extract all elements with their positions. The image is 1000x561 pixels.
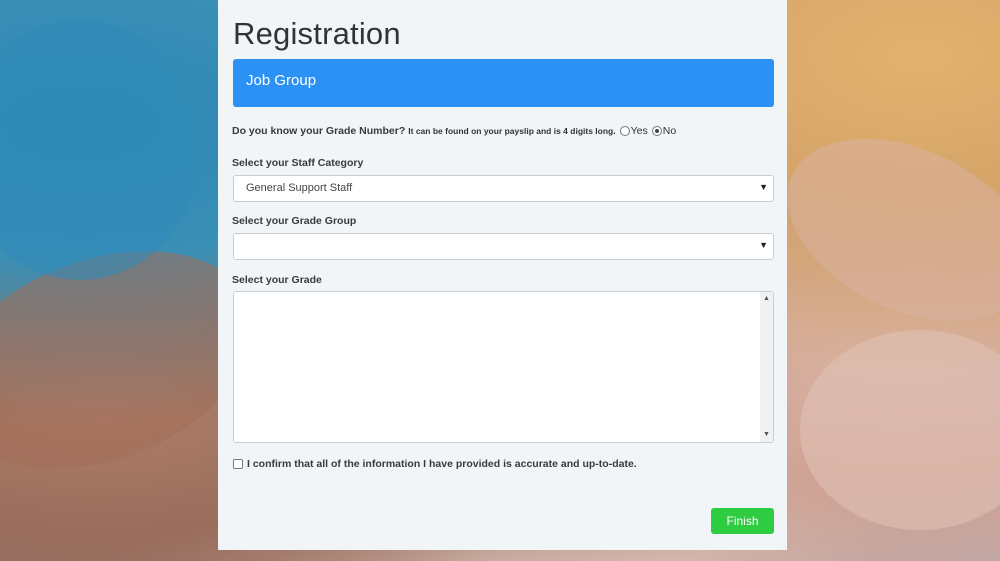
confirm-checkbox[interactable] (233, 459, 243, 469)
yes-radio[interactable] (619, 126, 630, 136)
section-heading: Job Group (246, 72, 317, 89)
grade-question-text: Do you know your Grade Number? (232, 125, 406, 137)
grade-group-select[interactable]: ▼ (233, 233, 774, 260)
finish-button[interactable]: Finish (711, 508, 774, 534)
grade-question-hint: It can be found on your payslip and is 4… (408, 126, 616, 136)
grade-group-label: Select your Grade Group (232, 215, 357, 227)
chevron-down-icon: ▼ (759, 182, 768, 192)
staff-category-label: Select your Staff Category (232, 157, 364, 169)
section-banner: Job Group (233, 59, 774, 107)
scroll-down-icon[interactable]: ▼ (763, 431, 770, 438)
yes-radio-label[interactable]: Yes (631, 125, 648, 137)
page-title: Registration (233, 16, 401, 51)
no-radio-label[interactable]: No (663, 125, 676, 137)
grade-label: Select your Grade (232, 274, 322, 286)
no-radio[interactable] (651, 126, 662, 136)
registration-panel: Registration Job Group Do you know your … (218, 0, 787, 550)
chevron-down-icon: ▼ (759, 240, 768, 250)
grade-number-question: Do you know your Grade Number? It can be… (232, 125, 676, 137)
confirm-row: I confirm that all of the information I … (233, 458, 637, 470)
listbox-scrollbar[interactable]: ▲ ▼ (760, 292, 773, 442)
confirm-text: I confirm that all of the information I … (247, 458, 637, 470)
grade-listbox[interactable]: ▲ ▼ (233, 291, 774, 443)
scroll-up-icon[interactable]: ▲ (763, 295, 770, 302)
staff-category-select[interactable]: General Support Staff ▼ (233, 175, 774, 202)
staff-category-value: General Support Staff (246, 182, 353, 194)
